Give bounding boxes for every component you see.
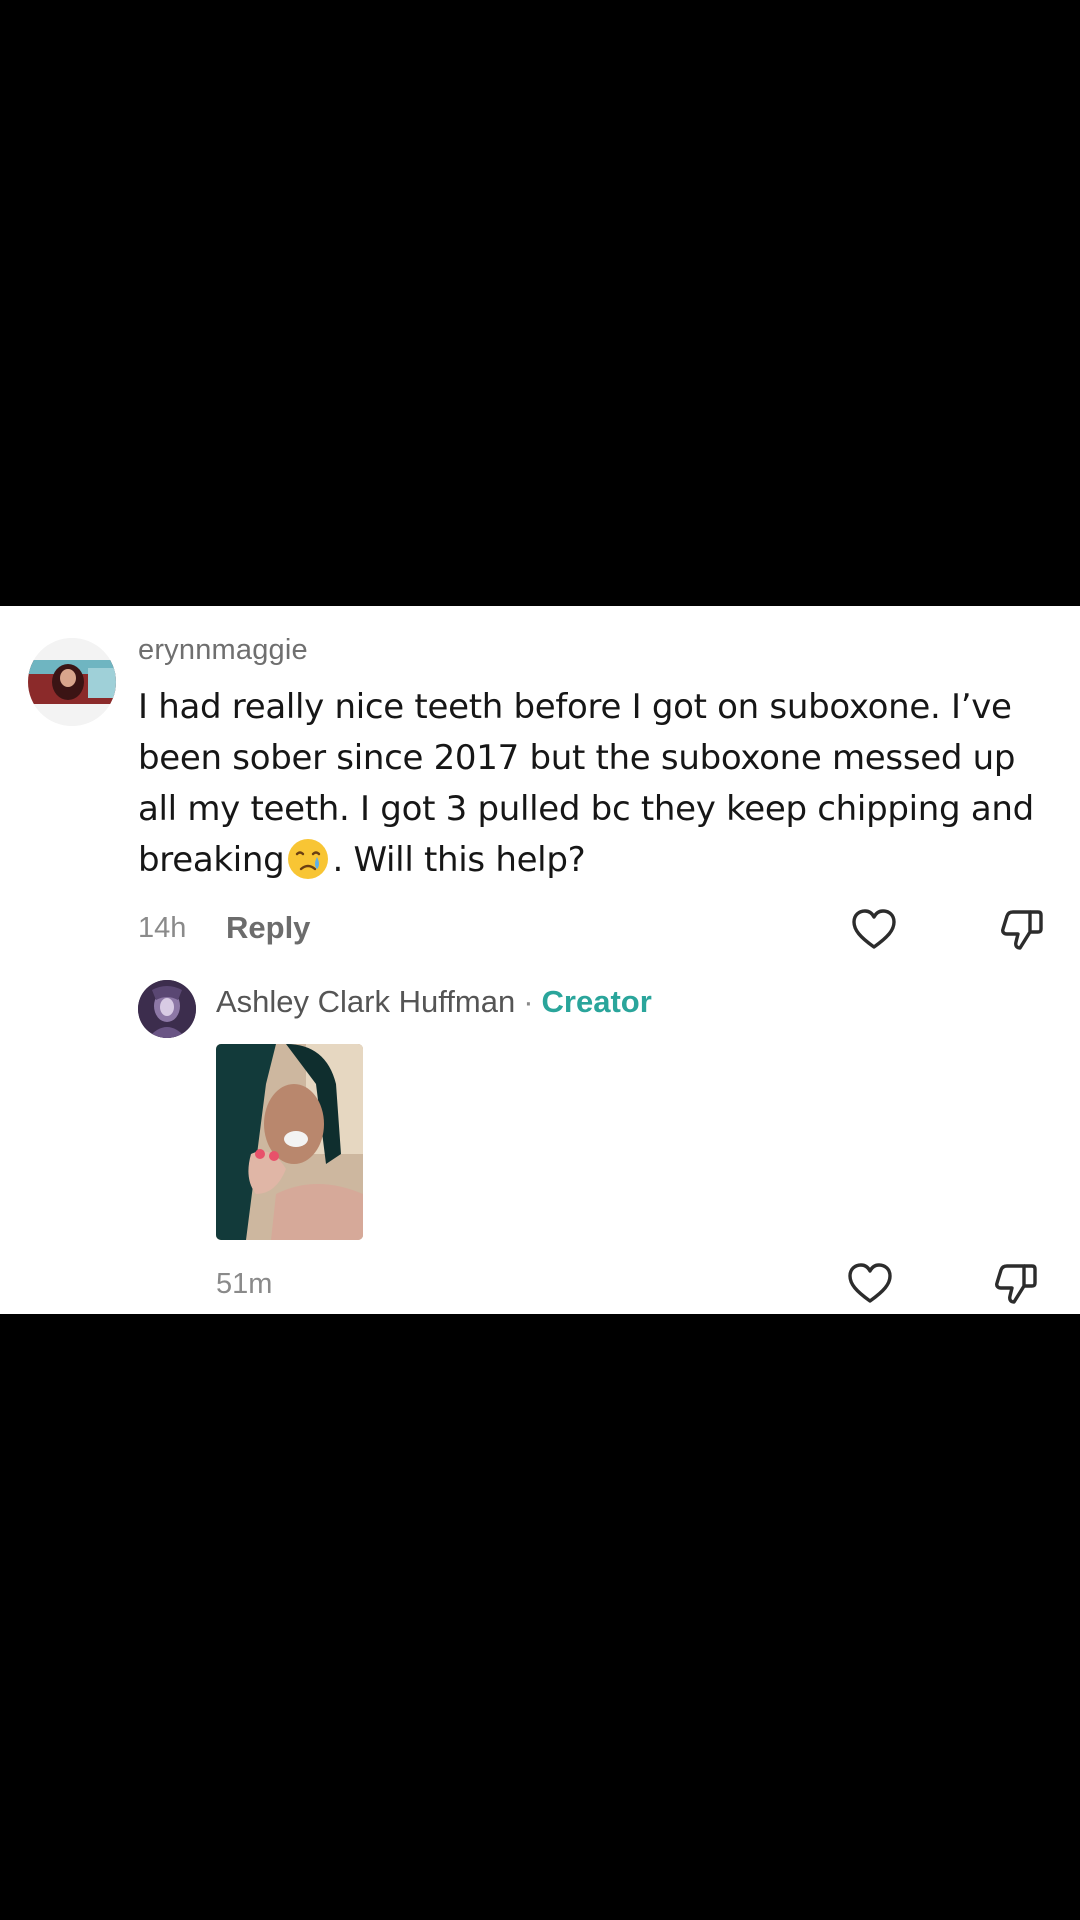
comment-text-part-1: I had really nice teeth before I got on …: [138, 687, 1034, 880]
creator-badge: Creator: [541, 984, 652, 1019]
comment-card: erynnmaggie I had really nice teeth befo…: [0, 606, 1080, 1314]
comment-username[interactable]: erynnmaggie: [138, 634, 308, 667]
video-bottom-area: [0, 1314, 1080, 1920]
heart-icon[interactable]: [846, 1260, 894, 1308]
thumbs-down-icon[interactable]: [998, 906, 1046, 954]
reply-author-line: Ashley Clark Huffman · Creator: [216, 984, 652, 1020]
comment-text: I had really nice teeth before I got on …: [138, 682, 1048, 886]
video-reply-thumbnail[interactable]: [216, 1044, 363, 1240]
crying-face-icon: [286, 837, 330, 881]
reply-button[interactable]: Reply: [226, 910, 310, 946]
creator-avatar[interactable]: [138, 980, 196, 1038]
reply-timestamp: 51m: [216, 1268, 273, 1300]
comment-timestamp: 14h: [138, 912, 187, 944]
separator-dot: ·: [523, 984, 534, 1019]
heart-icon[interactable]: [850, 906, 898, 954]
comment-text-part-2: . Will this help?: [332, 840, 586, 880]
video-top-area: [0, 0, 1080, 606]
thumbs-down-icon[interactable]: [992, 1260, 1040, 1308]
avatar[interactable]: [28, 638, 116, 726]
reply-author-name[interactable]: Ashley Clark Huffman: [216, 984, 515, 1019]
